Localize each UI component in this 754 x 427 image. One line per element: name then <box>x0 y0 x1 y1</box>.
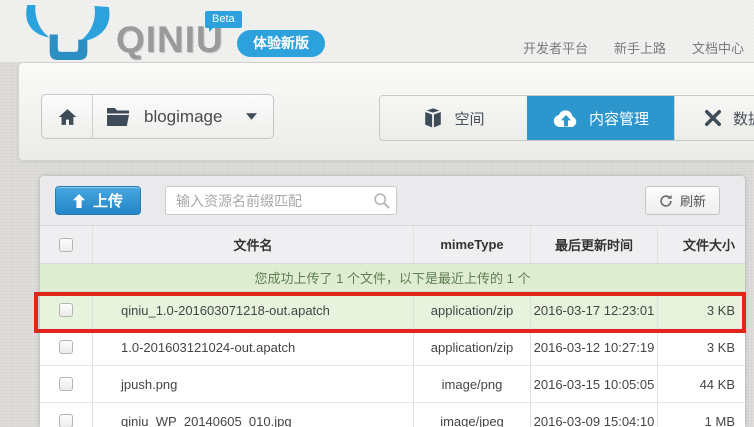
select-all-checkbox[interactable] <box>59 237 73 252</box>
file-size: 44 KB <box>657 366 745 402</box>
file-size: 3 KB <box>657 292 745 328</box>
bucket-selector[interactable]: blogimage <box>93 107 273 127</box>
qiniu-console-screen: QINIU Beta 体验新版 开发者平台 新手上路 文档中心 blogimag… <box>0 0 754 427</box>
row-checkbox[interactable] <box>59 303 73 317</box>
bull-logo-icon <box>26 5 110 60</box>
tab-content-management-label: 内容管理 <box>588 110 649 128</box>
file-size: 3 KB <box>657 329 745 365</box>
file-mimetype: image/jpeg <box>413 403 530 427</box>
file-mimetype: application/zip <box>413 292 530 328</box>
tab-content-management[interactable]: 内容管理 <box>527 96 674 140</box>
row-checkbox[interactable] <box>59 414 73 427</box>
top-nav: 开发者平台 新手上路 文档中心 <box>523 38 744 57</box>
try-new-version-button[interactable]: 体验新版 <box>237 30 325 57</box>
file-mimetype: image/png <box>413 366 530 402</box>
refresh-button[interactable]: 刷新 <box>644 186 720 215</box>
refresh-icon <box>660 194 672 207</box>
nav-link-doc-center[interactable]: 文档中心 <box>692 38 744 57</box>
search-input[interactable] <box>165 186 397 215</box>
upload-button-label: 上传 <box>93 193 124 210</box>
file-size: 1 MB <box>657 403 745 427</box>
folder-icon <box>107 108 129 126</box>
upload-arrow-icon <box>73 193 85 208</box>
file-mimetype: application/zip <box>413 329 530 365</box>
file-name: 1.0-201603121024-out.apatch <box>92 329 413 365</box>
tab-data-processing-label: 数据 <box>733 110 754 128</box>
navigation-panel: blogimage 空间 内容管理 数 <box>18 62 754 161</box>
table-row[interactable]: qiniu_1.0-201603071218-out.apatch applic… <box>40 292 745 329</box>
column-header-updated: 最后更新时间 <box>530 226 657 263</box>
tab-data-processing[interactable]: 数据 <box>674 96 754 140</box>
file-name: qiniu_WP_20140605_010.jpg <box>92 403 413 427</box>
file-toolbar: 上传 刷新 <box>40 176 745 226</box>
section-tabs: 空间 内容管理 数据 <box>379 95 754 141</box>
qiniu-logo[interactable]: QINIU <box>22 0 224 62</box>
upload-button[interactable]: 上传 <box>55 186 142 215</box>
tools-icon <box>705 110 721 126</box>
upload-success-notice: 您成功上传了 1 个文件，以下是最近上传的 1 个 <box>40 264 745 292</box>
table-row[interactable]: jpush.png image/png 2016-03-15 10:05:05 … <box>40 366 745 403</box>
bucket-name: blogimage <box>144 106 223 126</box>
breadcrumb: blogimage <box>41 94 274 139</box>
file-updated: 2016-03-15 10:05:05 <box>530 366 657 402</box>
tab-space[interactable]: 空间 <box>380 96 527 140</box>
refresh-button-label: 刷新 <box>679 194 706 209</box>
box-icon <box>425 108 442 128</box>
nav-link-getting-started[interactable]: 新手上路 <box>614 38 666 57</box>
nav-link-developer-platform[interactable]: 开发者平台 <box>523 38 588 57</box>
file-manager-panel: 上传 刷新 文件名 mimeType 最后更新时间 <box>40 176 745 427</box>
home-button[interactable] <box>42 95 93 138</box>
beta-badge: Beta <box>205 11 242 32</box>
chevron-down-icon <box>246 113 258 120</box>
file-updated: 2016-03-17 12:23:01 <box>530 292 657 328</box>
file-updated: 2016-03-12 10:27:19 <box>530 329 657 365</box>
row-checkbox[interactable] <box>59 340 73 354</box>
site-header: QINIU Beta 体验新版 开发者平台 新手上路 文档中心 <box>0 0 754 62</box>
row-checkbox[interactable] <box>59 377 73 391</box>
table-header-row: 文件名 mimeType 最后更新时间 文件大小 <box>40 226 745 264</box>
search-box <box>165 186 397 215</box>
search-icon[interactable] <box>373 192 390 209</box>
table-row[interactable]: 1.0-201603121024-out.apatch application/… <box>40 329 745 366</box>
home-icon <box>58 108 76 125</box>
column-header-size: 文件大小 <box>657 226 745 263</box>
column-header-filename: 文件名 <box>92 226 413 263</box>
cloud-upload-icon <box>553 110 577 127</box>
file-updated: 2016-03-09 15:04:10 <box>530 403 657 427</box>
tab-space-label: 空间 <box>454 110 485 128</box>
table-row[interactable]: qiniu_WP_20140605_010.jpg image/jpeg 201… <box>40 403 745 427</box>
column-header-mimetype: mimeType <box>413 226 530 263</box>
file-name: jpush.png <box>92 366 413 402</box>
file-name: qiniu_1.0-201603071218-out.apatch <box>92 292 413 328</box>
